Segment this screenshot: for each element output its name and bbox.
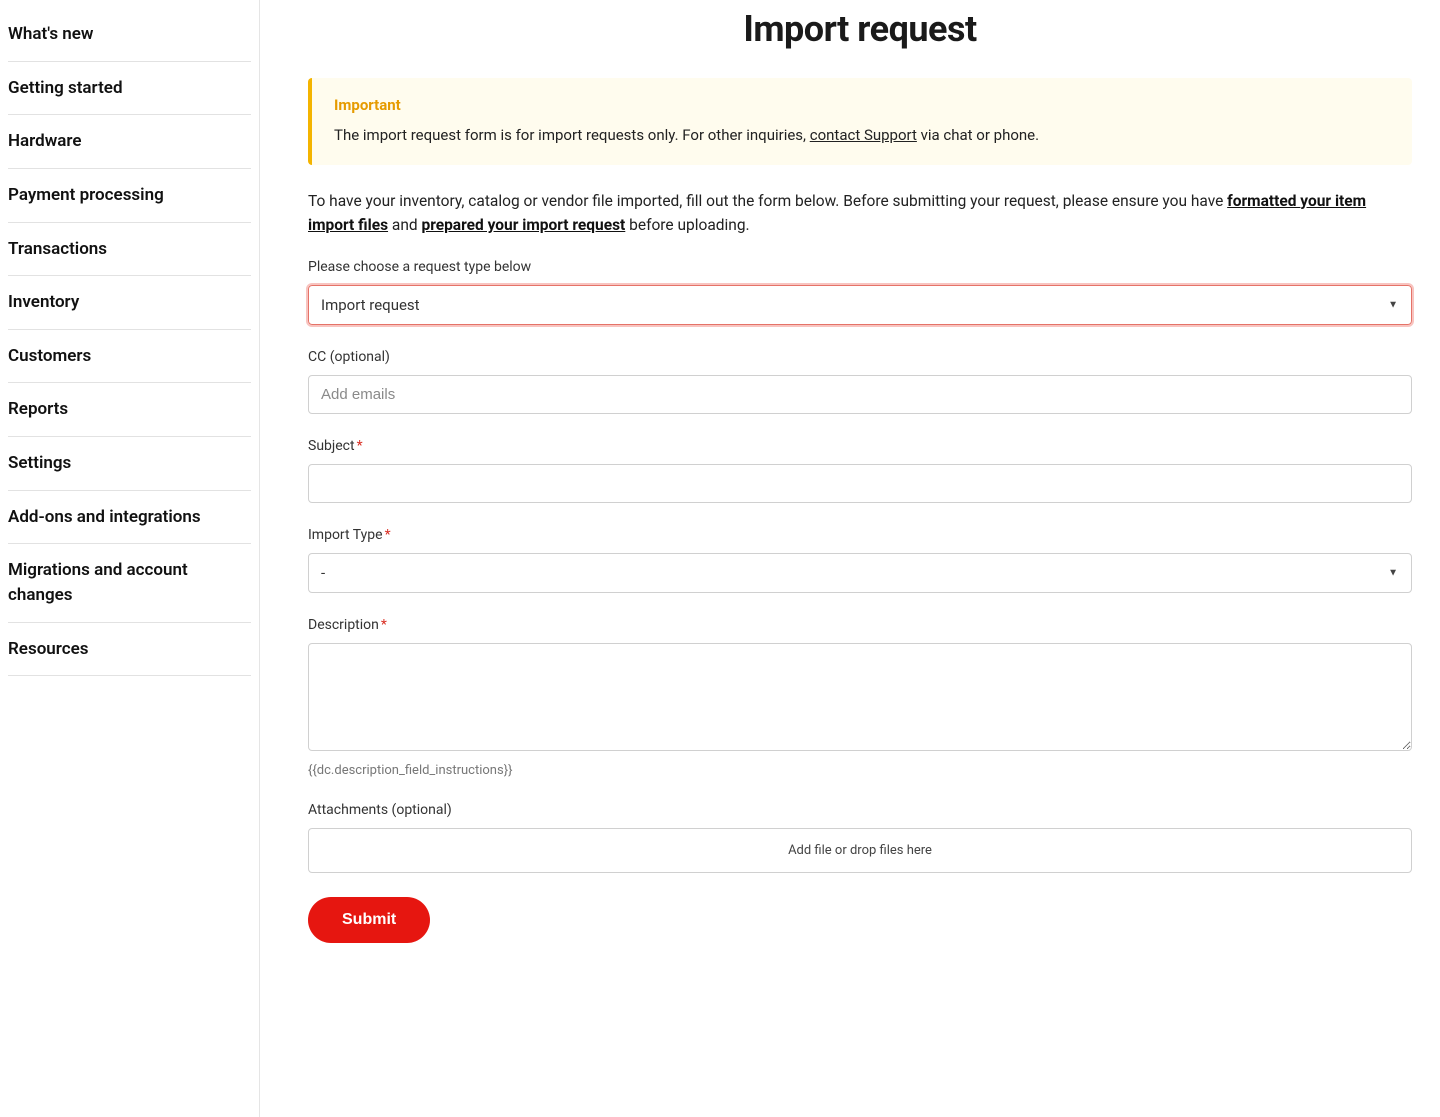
cc-input[interactable] xyxy=(308,375,1412,414)
sidebar-item-payment-processing[interactable]: Payment processing xyxy=(8,169,251,223)
callout-title: Important xyxy=(334,96,1390,114)
description-textarea[interactable] xyxy=(308,643,1412,751)
subject-label-text: Subject xyxy=(308,438,355,454)
sidebar-item-reports[interactable]: Reports xyxy=(8,383,251,437)
sidebar-item-whats-new[interactable]: What's new xyxy=(8,8,251,62)
import-type-label-text: Import Type xyxy=(308,527,383,543)
sidebar-item-resources[interactable]: Resources xyxy=(8,623,251,677)
subject-label: Subject* xyxy=(308,438,1412,454)
important-callout: Important The import request form is for… xyxy=(308,78,1412,165)
required-marker: * xyxy=(381,617,387,633)
sidebar-item-transactions[interactable]: Transactions xyxy=(8,223,251,277)
submit-button[interactable]: Submit xyxy=(308,897,430,943)
sidebar-item-migrations-account[interactable]: Migrations and account changes xyxy=(8,544,251,622)
sidebar-item-settings[interactable]: Settings xyxy=(8,437,251,491)
callout-body-post: via chat or phone. xyxy=(917,126,1039,144)
subject-input[interactable] xyxy=(308,464,1412,503)
import-type-select[interactable]: - xyxy=(308,553,1412,593)
intro-text: To have your inventory, catalog or vendo… xyxy=(308,189,1412,237)
description-label-text: Description xyxy=(308,617,379,633)
main-content: Import request Important The import requ… xyxy=(260,0,1440,1117)
required-marker: * xyxy=(357,438,363,454)
callout-body: The import request form is for import re… xyxy=(334,124,1390,147)
sidebar-item-inventory[interactable]: Inventory xyxy=(8,276,251,330)
sidebar: What's new Getting started Hardware Paym… xyxy=(0,0,260,1117)
request-type-select[interactable]: Import request xyxy=(308,285,1412,325)
sidebar-item-customers[interactable]: Customers xyxy=(8,330,251,384)
sidebar-item-addons-integrations[interactable]: Add-ons and integrations xyxy=(8,491,251,545)
description-hint: {{dc.description_field_instructions}} xyxy=(308,763,1412,778)
required-marker: * xyxy=(385,527,391,543)
request-type-label: Please choose a request type below xyxy=(308,259,1412,275)
intro-part2: before uploading. xyxy=(625,216,749,234)
intro-sep: and xyxy=(388,216,421,234)
contact-support-link[interactable]: contact Support xyxy=(810,126,917,144)
attachments-dropzone[interactable]: Add file or drop files here xyxy=(308,828,1412,873)
sidebar-item-getting-started[interactable]: Getting started xyxy=(8,62,251,116)
intro-part1: To have your inventory, catalog or vendo… xyxy=(308,192,1227,210)
cc-label: CC (optional) xyxy=(308,349,1412,365)
callout-body-pre: The import request form is for import re… xyxy=(334,126,810,144)
prepared-request-link[interactable]: prepared your import request xyxy=(421,216,625,234)
description-label: Description* xyxy=(308,617,1412,633)
request-type-select-wrap: Import request ▼ xyxy=(308,285,1412,325)
attachments-label: Attachments (optional) xyxy=(308,802,1412,818)
page-title: Import request xyxy=(308,8,1412,50)
import-type-select-wrap: - ▼ xyxy=(308,553,1412,593)
import-type-label: Import Type* xyxy=(308,527,1412,543)
sidebar-item-hardware[interactable]: Hardware xyxy=(8,115,251,169)
